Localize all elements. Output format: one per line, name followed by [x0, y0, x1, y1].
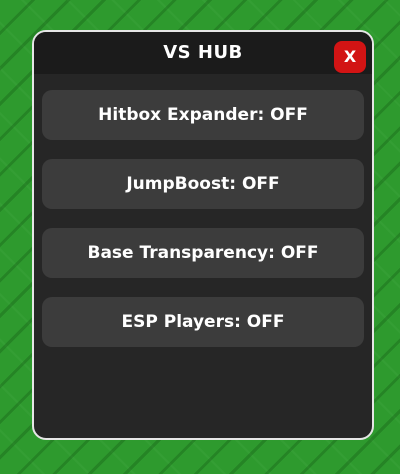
toggle-list: Hitbox Expander: OFF JumpBoost: OFF Base…	[42, 90, 364, 366]
hub-window: VS HUB X Hitbox Expander: OFF JumpBoost:…	[32, 30, 374, 440]
window-title: VS HUB	[163, 42, 243, 63]
close-button[interactable]: X	[334, 41, 366, 73]
hitbox-expander-toggle-button[interactable]: Hitbox Expander: OFF	[42, 90, 364, 140]
title-bar[interactable]: VS HUB X	[34, 32, 372, 74]
jumpboost-toggle-button[interactable]: JumpBoost: OFF	[42, 159, 364, 209]
esp-players-toggle-button[interactable]: ESP Players: OFF	[42, 297, 364, 347]
base-transparency-toggle-button[interactable]: Base Transparency: OFF	[42, 228, 364, 278]
